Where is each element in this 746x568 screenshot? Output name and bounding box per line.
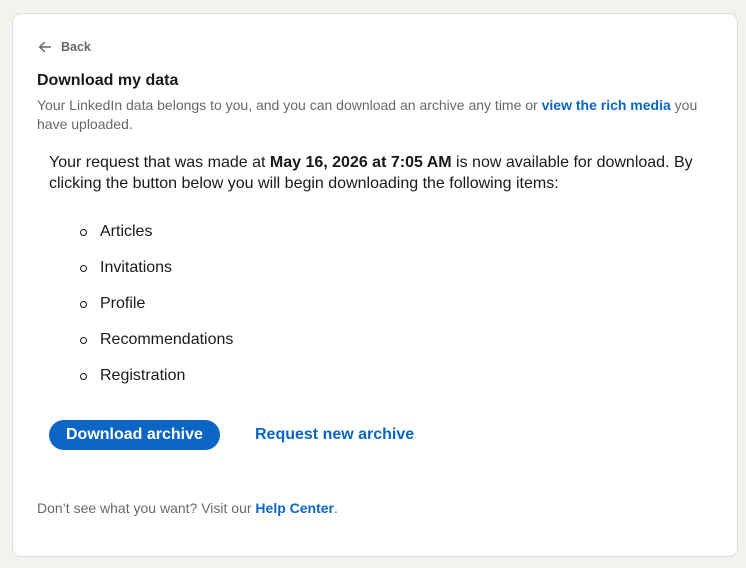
list-item: Articles [49, 214, 233, 250]
help-footer: Don’t see what you want? Visit our Help … [37, 500, 338, 516]
list-item: Registration [49, 358, 233, 394]
bullet-icon [80, 372, 87, 380]
back-button[interactable]: Back [37, 39, 91, 55]
list-item: Profile [49, 286, 233, 322]
request-date: May 16, 2026 at 7:05 AM [269, 154, 452, 171]
request-prefix: Your request that was made at [49, 154, 270, 171]
list-item-label: Invitations [100, 259, 173, 276]
list-item-label: Registration [100, 367, 186, 384]
view-rich-media-link[interactable]: view the rich media [542, 97, 671, 113]
bullet-icon [80, 300, 87, 308]
page-title: Download my data [37, 72, 179, 89]
subtitle-prefix: Your LinkedIn data belongs to you, and y… [37, 97, 542, 113]
list-item-label: Recommendations [100, 331, 234, 348]
help-center-link[interactable]: Help Center [255, 500, 334, 516]
list-item-label: Profile [100, 295, 146, 312]
page-subtitle: Your LinkedIn data belongs to you, and y… [37, 96, 707, 134]
bullet-icon [80, 228, 87, 236]
download-items-list: Articles Invitations Profile Recommendat… [49, 214, 233, 394]
list-item-label: Articles [100, 223, 153, 240]
list-item: Recommendations [49, 322, 233, 358]
list-item: Invitations [49, 250, 233, 286]
request-status-text: Your request that was made at May 16, 20… [49, 152, 709, 194]
footer-suffix: . [334, 500, 338, 516]
bullet-icon [80, 264, 87, 272]
footer-prefix: Don’t see what you want? Visit our [37, 500, 256, 516]
bullet-icon [80, 336, 87, 344]
download-data-card: Back Download my data Your LinkedIn data… [13, 14, 737, 556]
arrow-left-icon [38, 41, 51, 53]
back-label: Back [61, 40, 91, 54]
request-new-archive-button[interactable]: Request new archive [255, 420, 414, 450]
download-archive-button[interactable]: Download archive [49, 420, 220, 450]
